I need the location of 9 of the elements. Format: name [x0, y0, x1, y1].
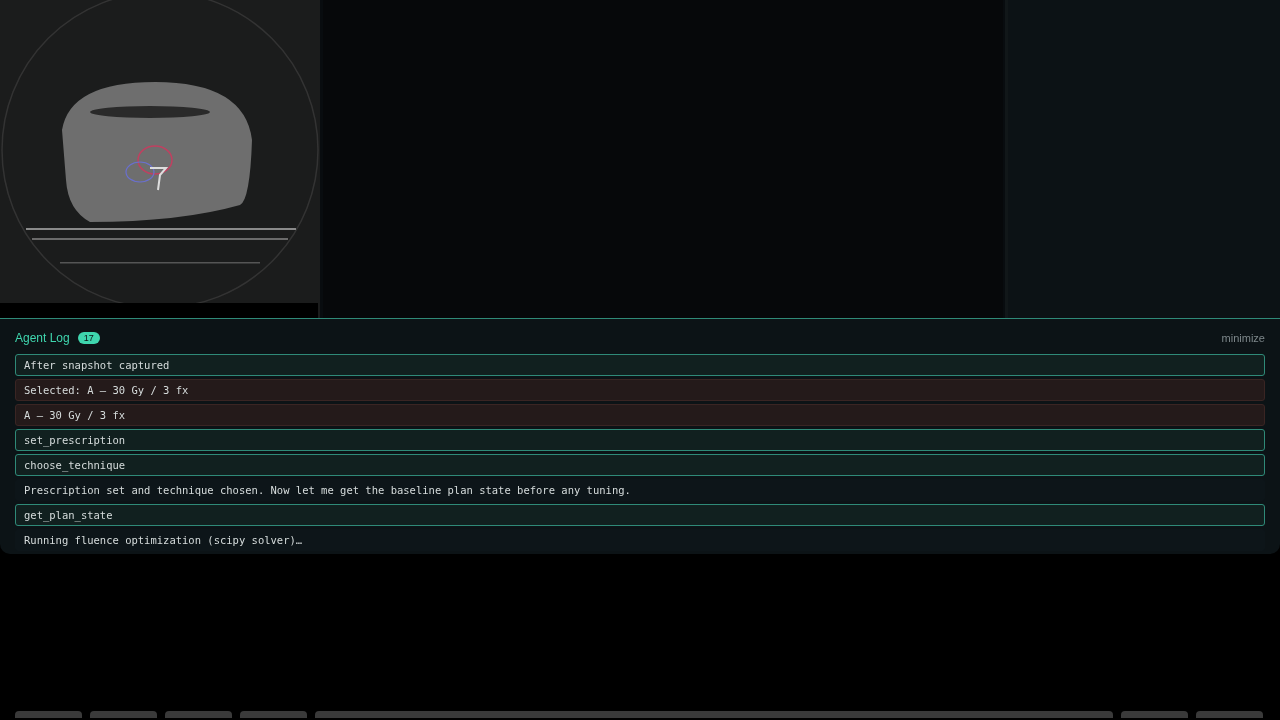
count-badge: 17 — [77, 331, 100, 344]
tool-call-entry: choose_technique — [15, 454, 1265, 476]
panel-title: Agent Log — [15, 330, 70, 345]
selection-entry: A — 30 Gy / 3 fx — [15, 404, 1265, 426]
selection-entry: Selected: A — 30 Gy / 3 fx — [15, 379, 1265, 401]
tool-call-entry: After snapshot captured — [15, 354, 1265, 376]
minimize-button[interactable]: minimize — [1221, 331, 1265, 344]
tool-call-entry: get_plan_state — [15, 504, 1265, 526]
tool-call-entry: set_prescription — [15, 429, 1265, 451]
